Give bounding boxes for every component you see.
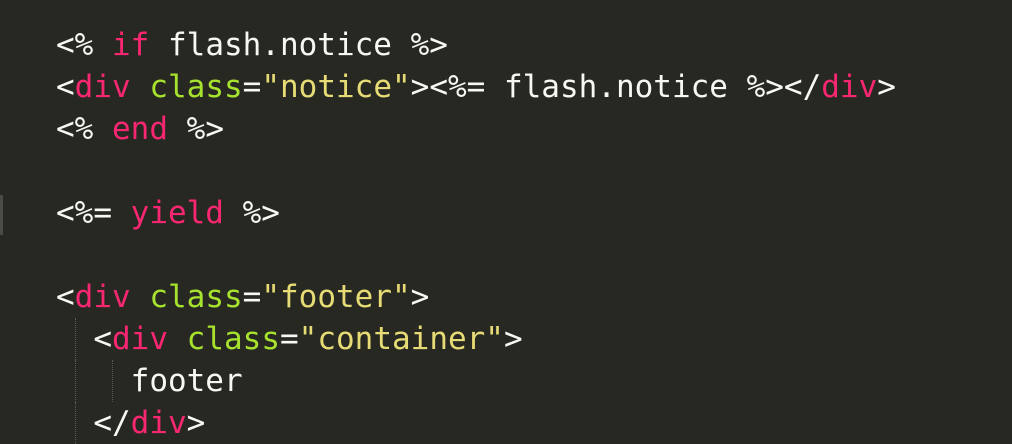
code-token-text: <%	[56, 111, 112, 147]
code-line[interactable]: <% end %>	[56, 108, 896, 150]
code-token-attr: class	[186, 321, 280, 357]
code-token-str: "notice"	[261, 69, 411, 105]
code-line[interactable]: footer	[56, 360, 896, 402]
indent-guide	[112, 360, 114, 402]
code-line[interactable]: <div class="footer">	[56, 276, 896, 318]
code-line[interactable]: <div class="notice"><%= flash.notice %><…	[56, 66, 896, 108]
code-token-text: <	[56, 279, 75, 315]
code-line[interactable]: <%= yield %>	[56, 192, 896, 234]
code-token-text: >	[877, 69, 896, 105]
code-token-kw: yield	[130, 195, 224, 231]
code-token-text: =	[242, 69, 262, 105]
code-line[interactable]	[56, 150, 896, 192]
code-token-tag: div	[74, 279, 131, 315]
code-token-text: >	[186, 405, 206, 441]
code-token-text: <	[56, 321, 112, 357]
code-line[interactable]: <% if flash.notice %>	[56, 24, 896, 66]
code-token-text: flash.notice %>	[149, 27, 448, 63]
code-line[interactable]: <div class="container">	[56, 318, 896, 360]
code-editor[interactable]: <% if flash.notice %> <div class="notice"…	[0, 0, 1012, 444]
code-token-attr: class	[149, 279, 243, 315]
gutter-line-marker	[0, 195, 3, 235]
indent-guide	[74, 318, 76, 360]
code-token-kw: end	[112, 111, 168, 147]
indent-guide	[74, 402, 76, 444]
code-token-text: =	[280, 321, 299, 357]
code-token-tag: div	[74, 69, 131, 105]
code-token-text: <	[56, 69, 75, 105]
code-token-text: >	[503, 321, 523, 357]
code-token-tag: div	[112, 321, 168, 357]
code-token-str: "container"	[298, 321, 504, 357]
code-token-tag: div	[821, 69, 878, 105]
code-token-text: =	[242, 279, 262, 315]
code-area[interactable]: <% if flash.notice %> <div class="notice"…	[56, 24, 896, 444]
code-token-text: ><%= flash.notice %></	[410, 69, 822, 105]
code-token-str: "footer"	[261, 279, 411, 315]
code-line[interactable]: </div>	[56, 402, 896, 444]
code-token-text: </	[56, 405, 131, 441]
code-token-text: %>	[223, 195, 280, 231]
code-token-text: %>	[168, 111, 224, 147]
code-token-text: <%=	[56, 195, 131, 231]
indent-guide	[74, 360, 76, 402]
code-token-text: >	[410, 279, 430, 315]
code-token-text: <%	[56, 27, 112, 63]
code-token-attr: class	[149, 69, 243, 105]
code-token-text: footer	[56, 363, 243, 399]
code-token-kw: if	[112, 27, 150, 63]
code-line[interactable]	[56, 234, 896, 276]
code-token-tag: div	[130, 405, 187, 441]
